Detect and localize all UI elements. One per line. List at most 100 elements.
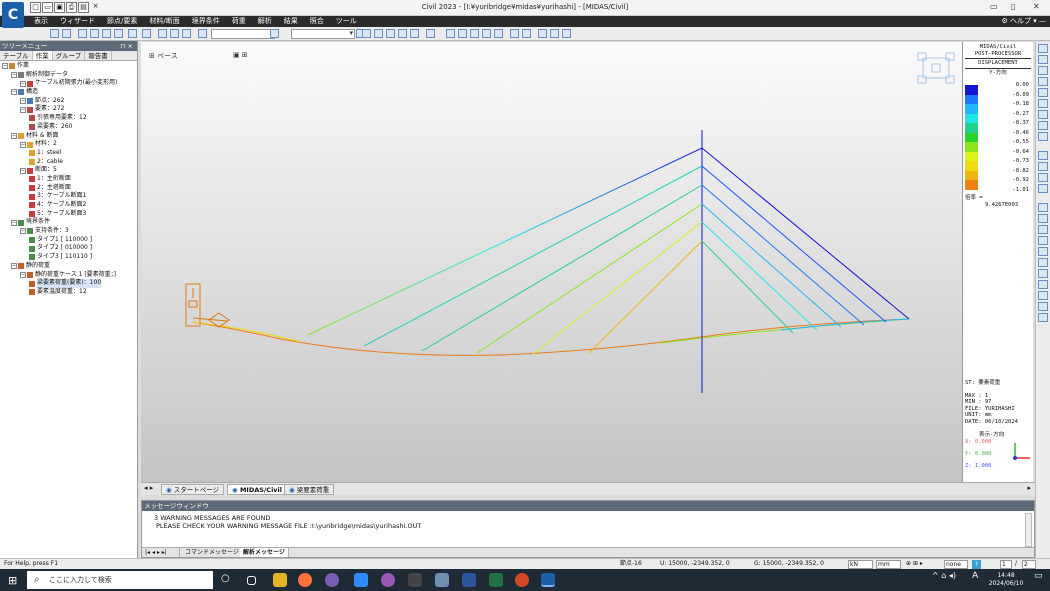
- toolbar-tool-icon[interactable]: [510, 29, 519, 38]
- toolbar-tool-icon[interactable]: [62, 29, 71, 38]
- tree-node[interactable]: 2：主塔断面: [2, 184, 135, 193]
- tree-node[interactable]: タイプ3 [ 110110 ]: [2, 253, 135, 262]
- toolbar-tool-icon[interactable]: [158, 29, 167, 38]
- toolbar-tool-icon[interactable]: [374, 29, 383, 38]
- toolbar-tool-icon[interactable]: [362, 29, 371, 38]
- collapse-icon[interactable]: −: [20, 80, 26, 87]
- tree-node[interactable]: − 作業: [2, 62, 135, 71]
- minimize-icon[interactable]: ▭: [990, 2, 998, 11]
- menu-item[interactable]: 節点/要素: [101, 16, 143, 27]
- menu-item[interactable]: 照合: [304, 16, 330, 27]
- restore-icon[interactable]: ▯: [1011, 2, 1015, 11]
- none-select[interactable]: none: [944, 560, 968, 569]
- windows-start-icon[interactable]: ⊞: [8, 574, 17, 587]
- powerpoint-icon[interactable]: [515, 573, 529, 587]
- document-tab[interactable]: ◉ MIDAS/Civil: [227, 484, 287, 495]
- collapse-icon[interactable]: −: [20, 271, 26, 278]
- model-viewport[interactable]: ⊞ ベース ▣ ⊞: [141, 42, 963, 482]
- collapse-icon[interactable]: −: [20, 98, 26, 105]
- collapse-icon[interactable]: −: [20, 106, 26, 113]
- page-current[interactable]: 1: [1000, 560, 1012, 569]
- menu-item[interactable]: ウィザード: [54, 16, 101, 27]
- zoom-icon[interactable]: [354, 573, 368, 587]
- collapse-icon[interactable]: −: [20, 141, 26, 148]
- toolbar-tool-icon[interactable]: [538, 29, 547, 38]
- cortana-icon[interactable]: ○: [221, 573, 235, 587]
- view-tool-icon[interactable]: [1038, 132, 1048, 141]
- toolbar-tool-icon[interactable]: [522, 29, 531, 38]
- message-scrollbar[interactable]: [1025, 513, 1032, 547]
- help-menu[interactable]: ⚙ ヘルプ ▾ —: [1002, 16, 1046, 27]
- tree-node[interactable]: 引張専用要素：12: [2, 114, 135, 123]
- view-tool-icon[interactable]: [1038, 302, 1048, 311]
- collapse-icon[interactable]: −: [11, 89, 17, 96]
- tree-node[interactable]: 5：ケーブル断面3: [2, 210, 135, 219]
- tree-tab[interactable]: グループ: [53, 51, 86, 60]
- view-tool-icon[interactable]: [1038, 184, 1048, 193]
- tree-node[interactable]: − 支持条件：3: [2, 227, 135, 236]
- view-tool-icon[interactable]: [1038, 313, 1048, 322]
- tree-tab[interactable]: 作業: [32, 51, 53, 60]
- explorer-icon[interactable]: [273, 573, 287, 587]
- document-tab[interactable]: ◉ 梁要素荷重: [284, 484, 335, 495]
- view-tool-icon[interactable]: [1038, 162, 1048, 171]
- view-tool-icon[interactable]: [1038, 214, 1048, 223]
- collapse-icon[interactable]: −: [2, 63, 8, 70]
- notification-icon[interactable]: ▭: [1034, 572, 1043, 581]
- document-tab[interactable]: ◉ スタートページ: [161, 484, 225, 495]
- view-tool-icon[interactable]: [1038, 88, 1048, 97]
- collapse-icon[interactable]: −: [11, 132, 17, 139]
- menu-item[interactable]: 境界条件: [186, 16, 226, 27]
- view-tool-icon[interactable]: [1038, 173, 1048, 182]
- collapse-icon[interactable]: −: [11, 263, 17, 270]
- excel-icon[interactable]: [489, 573, 503, 587]
- app-logo-icon[interactable]: C: [2, 2, 24, 28]
- tree-node[interactable]: − 静的荷重: [2, 262, 135, 271]
- firefox-icon[interactable]: [298, 573, 312, 587]
- tree-node[interactable]: − 材料 & 断面: [2, 132, 135, 141]
- collapse-icon[interactable]: −: [20, 167, 26, 174]
- task-view-icon[interactable]: [247, 576, 256, 585]
- view-tool-icon[interactable]: [1038, 121, 1048, 130]
- toolbar-tool-icon[interactable]: [482, 29, 491, 38]
- menu-item[interactable]: 荷重: [226, 16, 252, 27]
- tree-node[interactable]: 4：ケーブル断面2: [2, 201, 135, 210]
- toolbar-tool-icon[interactable]: [102, 29, 111, 38]
- app-icon[interactable]: [325, 573, 339, 587]
- tab-scroll-right-icon[interactable]: ▸: [1027, 484, 1031, 492]
- tree-node[interactable]: − 節点：262: [2, 97, 135, 106]
- status-tool-icons[interactable]: ⊕ ⊞ ▸: [906, 559, 923, 569]
- force-unit-select[interactable]: kN: [848, 560, 873, 569]
- tab-command-message[interactable]: コマンドメッセージ: [182, 548, 243, 557]
- tree-node[interactable]: − 静的荷重ケース 1 [要素荷重；]: [2, 271, 135, 280]
- tree-node[interactable]: タイプ2 [ 010000 ]: [2, 244, 135, 253]
- toolbar-tool-icon[interactable]: [398, 29, 407, 38]
- tree-node[interactable]: 2：cable: [2, 158, 135, 167]
- view-tool-icon[interactable]: [1038, 291, 1048, 300]
- view-tool-icon[interactable]: [1038, 280, 1048, 289]
- toolbar-tool-icon[interactable]: [562, 29, 571, 38]
- menu-item[interactable]: 表示: [28, 16, 54, 27]
- view-tool-icon[interactable]: [1038, 225, 1048, 234]
- toolbar-combo-1[interactable]: [211, 29, 275, 39]
- tree-node[interactable]: − 要素：272: [2, 105, 135, 114]
- view-tool-icon[interactable]: [1038, 236, 1048, 245]
- menu-item[interactable]: ツール: [330, 16, 363, 27]
- toolbar-tool-icon[interactable]: [446, 29, 455, 38]
- app-icon[interactable]: [408, 573, 422, 587]
- tree-node[interactable]: − 構造: [2, 88, 135, 97]
- tray-icons[interactable]: ^ ⌂ ◂): [932, 572, 956, 580]
- close-window-icon[interactable]: ✕: [1033, 2, 1040, 11]
- ime-indicator[interactable]: A: [972, 572, 978, 581]
- view-tool-icon[interactable]: [1038, 258, 1048, 267]
- view-tool-icon[interactable]: [1038, 110, 1048, 119]
- toolbar-tool-icon[interactable]: [494, 29, 503, 38]
- toolbar-tool-icon[interactable]: [50, 29, 59, 38]
- toolbar-tool-icon[interactable]: [114, 29, 123, 38]
- help-icon[interactable]: ?: [972, 560, 981, 569]
- collapse-icon[interactable]: −: [11, 72, 17, 79]
- tree-node[interactable]: − 材料：2: [2, 140, 135, 149]
- collapse-icon[interactable]: −: [11, 219, 17, 226]
- tree-node[interactable]: 要素温度荷重：12: [2, 288, 135, 297]
- toolbar-tool-icon[interactable]: [386, 29, 395, 38]
